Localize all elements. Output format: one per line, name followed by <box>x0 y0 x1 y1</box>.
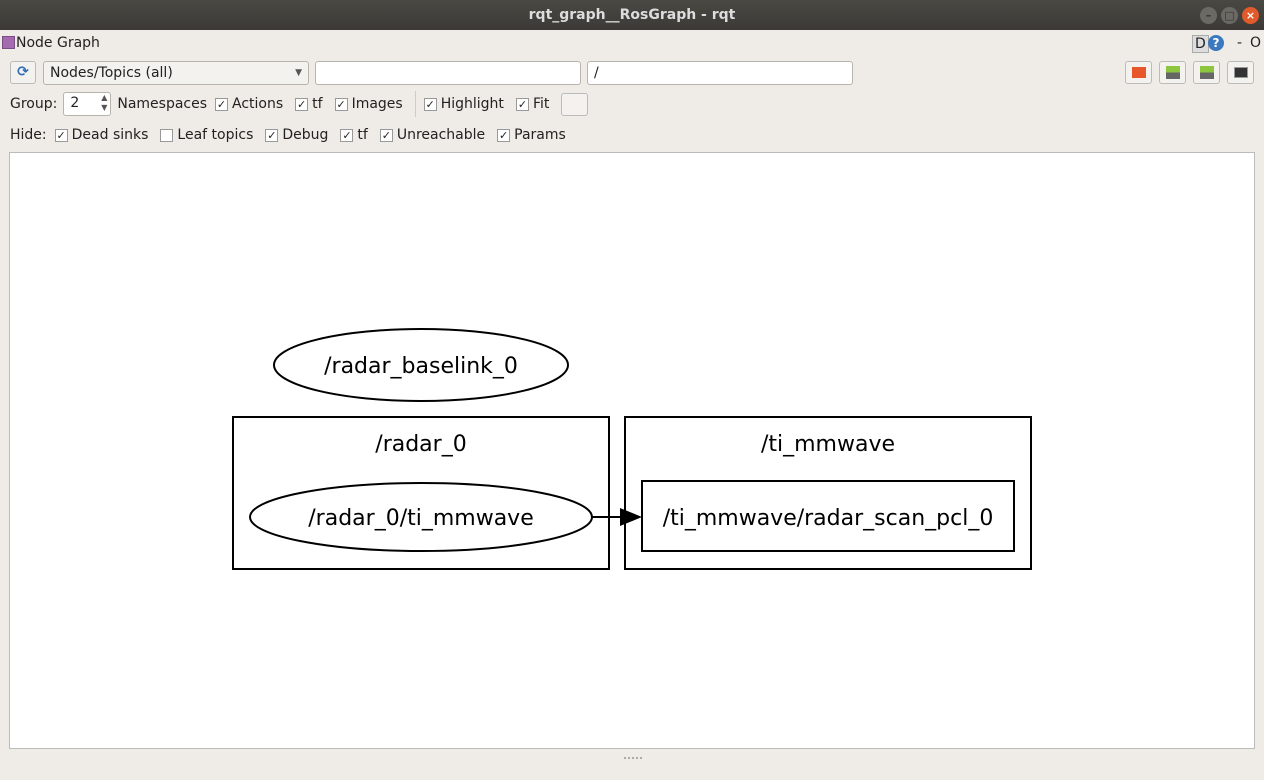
fit-in-view-button[interactable] <box>561 92 589 116</box>
group-value: 2 <box>70 95 80 111</box>
graph-canvas[interactable]: /radar_baselink_0 /radar_0 /radar_0/ti_m… <box>9 152 1255 749</box>
spin-arrows-icon[interactable]: ▲ ▼ <box>101 93 107 113</box>
help-icon[interactable]: ? <box>1208 35 1224 51</box>
hide-label: Hide: <box>10 127 47 143</box>
params-checkbox[interactable]: ✓ <box>497 128 511 142</box>
actions-checkbox[interactable]: ✓ <box>215 97 229 111</box>
save-icon <box>1166 66 1180 79</box>
namespace-label: /radar_0 <box>375 432 466 457</box>
params-label: Params <box>514 127 566 143</box>
refresh-icon: ⟳ <box>17 64 29 80</box>
window-titlebar: rqt_graph__RosGraph - rqt – □ × <box>0 0 1264 30</box>
namespace-radar-0: /radar_0 <box>232 416 610 570</box>
minimize-button[interactable]: – <box>1200 7 1217 24</box>
dead-sinks-checkbox[interactable]: ✓ <box>54 128 68 142</box>
chevron-down-icon: ▼ <box>295 68 302 78</box>
dock-button[interactable]: D <box>1192 35 1209 53</box>
leaf-topics-checkbox[interactable] <box>160 128 174 142</box>
unreachable-label: Unreachable <box>396 127 486 143</box>
load-dot-button[interactable] <box>1125 61 1152 84</box>
minimize-plugin-button[interactable]: - <box>1237 35 1242 51</box>
save-svg-button[interactable] <box>1193 61 1220 84</box>
images-checkbox[interactable]: ✓ <box>334 97 348 111</box>
group-spinbox[interactable]: 2 ▲ ▼ <box>63 92 112 116</box>
image-icon <box>1234 67 1248 78</box>
topic-filter-input[interactable]: / <box>587 61 853 85</box>
actions-label: Actions <box>232 96 284 112</box>
node-label: /radar_0/ti_mmwave <box>308 506 533 531</box>
debug-checkbox[interactable]: ✓ <box>265 128 279 142</box>
namespace-ti-mmwave: /ti_mmwave <box>624 416 1032 570</box>
group-label: Group: <box>10 96 58 112</box>
fit-label: Fit <box>532 96 550 112</box>
save-icon <box>1200 66 1214 79</box>
mode-select[interactable]: Nodes/Topics (all) ▼ <box>43 61 309 85</box>
leaf-topics-label: Leaf topics <box>177 127 254 143</box>
hide-tf-checkbox[interactable]: ✓ <box>340 128 354 142</box>
node-filter-input[interactable] <box>315 61 581 85</box>
node-radar-baselink[interactable]: /radar_baselink_0 <box>273 328 569 402</box>
save-dot-button[interactable] <box>1159 61 1186 84</box>
hide-tf-label: tf <box>357 127 368 143</box>
debug-label: Debug <box>282 127 329 143</box>
edge-arrow[interactable] <box>592 508 642 526</box>
plugin-title: Node Graph <box>16 35 100 51</box>
close-plugin-button[interactable]: O <box>1250 35 1261 51</box>
window-title: rqt_graph__RosGraph - rqt <box>528 7 736 23</box>
topic-radar-scan-pcl[interactable]: /ti_mmwave/radar_scan_pcl_0 <box>641 480 1015 552</box>
images-label: Images <box>351 96 403 112</box>
tf-checkbox[interactable]: ✓ <box>295 97 309 111</box>
node-label: /radar_baselink_0 <box>324 354 518 379</box>
resize-grip[interactable] <box>624 757 642 759</box>
maximize-button[interactable]: □ <box>1221 7 1238 24</box>
save-image-button[interactable] <box>1227 61 1254 84</box>
fit-checkbox[interactable]: ✓ <box>515 97 529 111</box>
separator <box>414 91 416 117</box>
namespace-label: /ti_mmwave <box>761 432 895 457</box>
node-radar-mmwave[interactable]: /radar_0/ti_mmwave <box>249 482 593 552</box>
highlight-label: Highlight <box>440 96 504 112</box>
topic-label: /ti_mmwave/radar_scan_pcl_0 <box>663 506 994 531</box>
tf-label: tf <box>312 96 323 112</box>
folder-icon <box>1132 67 1146 78</box>
namespaces-label: Namespaces <box>117 96 208 112</box>
node-graph-icon <box>2 36 15 49</box>
highlight-checkbox[interactable]: ✓ <box>423 97 437 111</box>
close-button[interactable]: × <box>1242 7 1259 24</box>
mode-select-value: Nodes/Topics (all) <box>50 65 173 81</box>
unreachable-checkbox[interactable]: ✓ <box>379 128 393 142</box>
refresh-button[interactable]: ⟳ <box>10 61 36 84</box>
dead-sinks-label: Dead sinks <box>71 127 149 143</box>
